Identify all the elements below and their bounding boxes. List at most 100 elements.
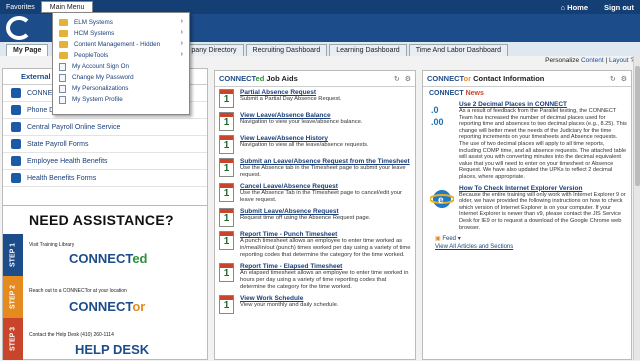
link-label: Central Payroll Online Service [27,123,121,131]
title-or: or [463,74,472,83]
personalize-content-link[interactable]: Content [581,57,604,64]
job-aid-item: 1 View Leave/Absence History Navigation to… [215,133,415,156]
refresh-icon[interactable]: ↻ [394,75,400,83]
internet-explorer-icon: e [429,185,455,213]
menu-item[interactable]: Change My Password [53,72,189,83]
menu-item[interactable]: My System Profile [53,94,189,105]
menu-item[interactable]: My Personalizations [53,83,189,94]
tab-recruiting-dashboard[interactable]: Recruiting Dashboard [245,44,328,56]
personalize-row: Personalize Content | Layout ? [545,57,634,64]
folder-icon [59,30,68,37]
menu-item-label: ELM Systems [74,19,113,26]
favorites-menu[interactable]: Favorites [0,4,41,11]
step-3-label: STEP 3 [3,318,23,360]
folder-icon [59,41,68,48]
menu-item-label: Change My Password [72,74,134,81]
job-aid-item: 1 Submit an Leave/Absence Request from th… [215,156,415,181]
title-rest: Contact Information [471,74,545,83]
refresh-icon[interactable]: ↻ [610,75,616,83]
svg-text:e: e [438,195,444,206]
job-aid-link[interactable]: Report Time - Elapsed Timesheet [240,263,411,270]
gear-icon[interactable]: ⚙ [621,75,627,83]
menu-item-label: My Account Sign On [72,63,130,70]
title-connect: CONNECT [219,74,256,83]
brand-ed: ed [132,251,148,266]
tab-company-directory[interactable]: pany Directory [184,44,244,56]
job-aid-link[interactable]: Report Time - Punch Timesheet [240,231,411,238]
home-label: Home [567,2,588,12]
view-all-articles-link[interactable]: View All Articles and Sections [435,244,627,250]
menu-item[interactable]: ELM Systems › [53,17,189,28]
link-central-payroll[interactable]: Central Payroll Online Service [3,119,207,136]
job-aid-link[interactable]: View Leave/Absence History [240,135,369,142]
title-ed: ed [255,74,265,83]
news-desc: As a result of feedback from the Paralle… [459,108,627,180]
signout-link[interactable]: Sign out [604,3,634,12]
step-2-text: Reach out to a CONNECTor at your locatio… [29,288,127,294]
link-employee-health-benefits[interactable]: Employee Health Benefits [3,153,207,170]
news-link[interactable]: How To Check Internet Explorer Version [459,185,627,192]
feed-arrow-icon: ▾ [457,236,461,243]
menu-item[interactable]: PeopleTools › [53,50,189,61]
job-aid-desc: Use the Absence Tab in the Timesheet pag… [240,190,402,203]
job-aid-link[interactable]: View Leave/Absence Balance [240,112,362,119]
chevron-right-icon: › [180,18,183,25]
job-aid-desc: An elapsed timesheet allows an employee … [240,270,409,290]
job-aid-item: 1 Submit Leave/Absence Request Request tim… [215,206,415,229]
news-link[interactable]: Use 2 Decimal Places in CONNECT [459,101,627,108]
menu-item-label: PeopleTools [74,52,109,59]
tab-time-labor-dashboard[interactable]: Time And Labor Dashboard [408,44,509,56]
scrollbar-thumb[interactable] [635,66,640,186]
page-icon [59,62,66,71]
link-icon [11,156,21,166]
menu-item[interactable]: My Account Sign On [53,61,189,72]
step-2-label: STEP 2 [3,276,23,318]
folder-icon [59,52,68,59]
feed-label: Feed [442,236,457,243]
calendar-icon: 1 [219,183,234,202]
job-aids-header: CONNECTed Job Aids ↻ ⚙ [215,71,415,87]
personalize-layout-link[interactable]: Layout [609,57,629,64]
link-state-payroll-forms[interactable]: State Payroll Forms [3,136,207,153]
chevron-right-icon: › [180,40,183,47]
link-health-benefits-forms[interactable]: Health Benefits Forms [3,170,207,187]
menu-item-label: HCM Systems [74,30,115,37]
page-scrollbar[interactable] [633,56,640,360]
page-icon [59,95,66,104]
tab-my-page[interactable]: My Page [6,44,49,56]
contact-title: CONNECTor Contact Information [427,74,544,83]
svg-text:.00: .00 [431,117,444,127]
svg-text:.0: .0 [431,105,439,115]
job-aid-desc: Submit a Partial Day Absence Request. [240,96,342,102]
title-connect: CONNECT [427,74,464,83]
tab-learning-dashboard[interactable]: Learning Dashboard [329,44,407,56]
chevron-right-icon: › [180,51,183,58]
link-icon [11,139,21,149]
job-aid-item: 1 View Work Schedule View your monthly and… [215,293,415,316]
feed-link[interactable]: ▣ Feed ▾ [435,235,627,242]
job-aid-link[interactable]: Cancel Leave/Absence Request [240,183,411,190]
news-connect: CONNECT [429,90,464,97]
news-item: .0 .00 Use 2 Decimal Places in CONNECT As … [429,101,627,181]
rss-icon: ▣ [435,236,441,243]
job-aid-link[interactable]: View Work Schedule [240,295,339,302]
job-aids-title: CONNECTed Job Aids [219,74,298,83]
calendar-icon: 1 [219,295,234,314]
menu-item-label: My Personalizations [72,85,129,92]
home-link[interactable]: ⌂ Home [561,3,588,12]
need-assistance-panel: NEED ASSISTANCE? STEP 1 STEP 2 STEP 3 Vi… [2,205,208,360]
job-aid-item: 1 Partial Absence Request Submit a Partial… [215,87,415,110]
menu-item-label: My System Profile [72,96,123,103]
menu-item[interactable]: Content Management - Hidden › [53,39,189,50]
calendar-icon: 1 [219,263,234,282]
job-aid-link[interactable]: Submit Leave/Absence Request [240,208,370,215]
calendar-icon: 1 [219,231,234,250]
job-aid-link[interactable]: Partial Absence Request [240,89,342,96]
job-aid-desc: Request time off using the Absence Reque… [240,215,371,221]
gear-icon[interactable]: ⚙ [405,75,411,83]
job-aid-link[interactable]: Submit an Leave/Absence Request from the… [240,158,411,165]
menu-item[interactable]: HCM Systems › [53,28,189,39]
link-label: State Payroll Forms [27,140,89,148]
news-title: CONNECT News [429,90,627,97]
contact-header: CONNECTor Contact Information ↻ ⚙ [423,71,631,87]
